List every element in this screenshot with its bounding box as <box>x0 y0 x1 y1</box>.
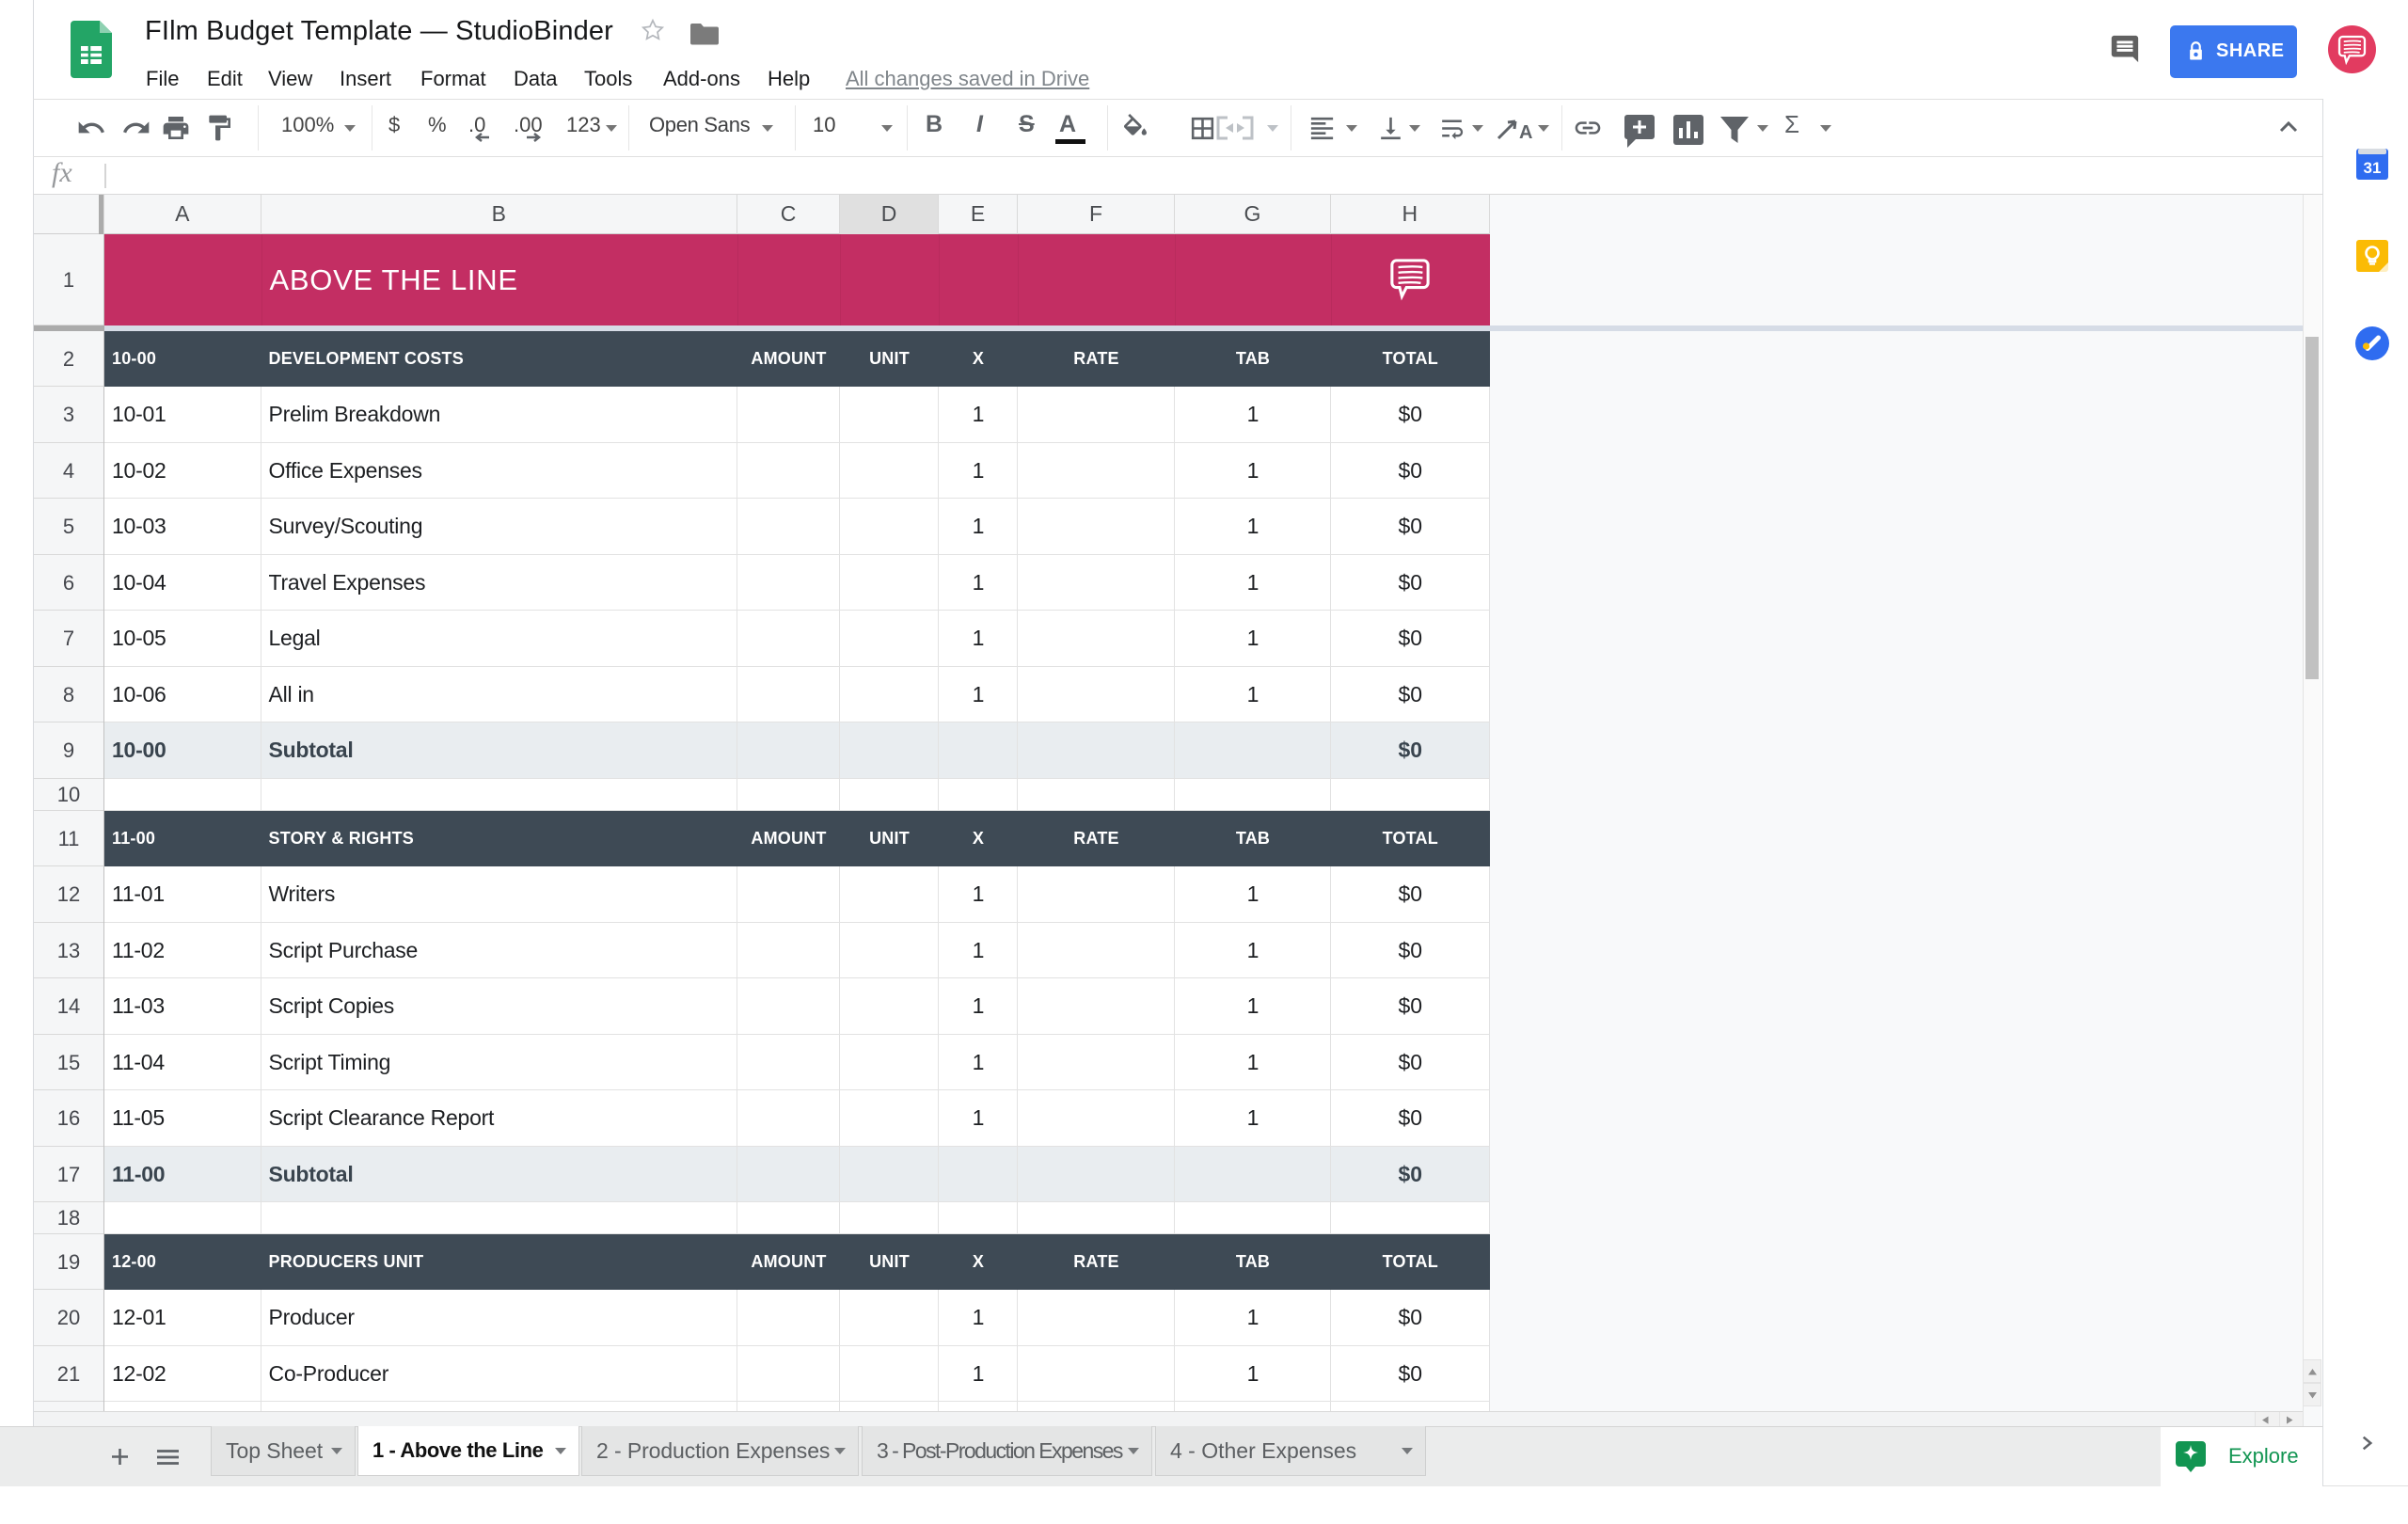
svg-text:A: A <box>1519 122 1532 143</box>
svg-text:31: 31 <box>2364 159 2382 177</box>
